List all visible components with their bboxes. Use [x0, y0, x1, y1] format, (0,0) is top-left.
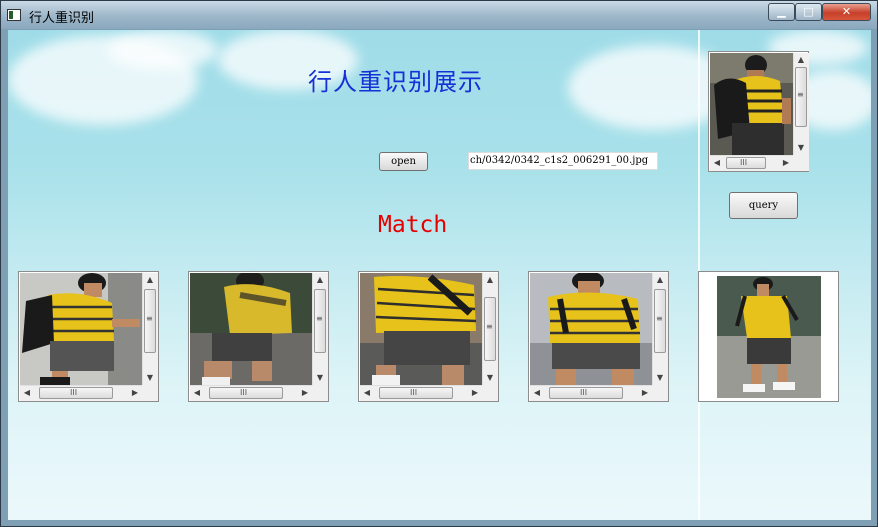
title-bar[interactable]: 行人重识别 ▁ □ ✕ — [1, 1, 877, 29]
window-title: 行人重识别 — [29, 11, 95, 26]
query-image-panel[interactable]: ▲ ≡ ▼ ◀ III ▶ — [708, 51, 809, 172]
page-title: 行人重识别展示 — [308, 68, 483, 96]
grip-icon: III — [70, 388, 78, 397]
query-vertical-scrollbar[interactable]: ▲ ≡ ▼ — [793, 53, 809, 155]
grip-icon: ≡ — [656, 314, 663, 323]
scroll-right-icon[interactable]: ▶ — [468, 386, 482, 400]
scroll-down-icon[interactable]: ▼ — [794, 141, 808, 155]
scroll-corner — [652, 385, 668, 401]
match-person-image — [717, 276, 821, 398]
horizontal-scrollbar[interactable]: ◀ III ▶ — [530, 385, 652, 401]
scroll-right-icon[interactable]: ▶ — [638, 386, 652, 400]
vertical-scrollbar[interactable]: ▲ ≡ ▼ — [652, 273, 668, 385]
scroll-up-icon[interactable]: ▲ — [794, 53, 808, 67]
scroll-thumb[interactable]: III — [39, 387, 113, 399]
match-label: Match — [378, 212, 448, 238]
scroll-up-icon[interactable]: ▲ — [313, 273, 327, 287]
horizontal-scrollbar[interactable]: ◀ III ▶ — [190, 385, 312, 401]
grip-icon: III — [240, 388, 248, 397]
vertical-scrollbar[interactable]: ▲ ≡ ▼ — [482, 273, 498, 385]
grip-icon: ≡ — [316, 314, 323, 323]
scroll-thumb[interactable]: III — [209, 387, 283, 399]
horizontal-scrollbar[interactable]: ◀ III ▶ — [360, 385, 482, 401]
scroll-up-icon[interactable]: ▲ — [143, 273, 157, 287]
scroll-thumb[interactable]: ≡ — [314, 289, 326, 353]
match-result-4[interactable]: ▲ ≡ ▼ ◀ III ▶ — [528, 271, 669, 402]
scroll-left-icon[interactable]: ◀ — [360, 386, 374, 400]
match-person-image — [360, 273, 482, 385]
image-path-field[interactable]: ch/0342/0342_c1s2_006291_00.jpg — [468, 152, 658, 170]
grip-icon: III — [580, 388, 588, 397]
scroll-thumb[interactable]: III — [379, 387, 453, 399]
scroll-up-icon[interactable]: ▲ — [483, 273, 497, 287]
scroll-thumb[interactable]: III — [726, 157, 766, 169]
match-person-image — [20, 273, 142, 385]
grip-icon: ≡ — [146, 314, 153, 323]
scroll-thumb[interactable]: ≡ — [144, 289, 156, 353]
close-button[interactable]: ✕ — [822, 3, 871, 21]
scroll-left-icon[interactable]: ◀ — [530, 386, 544, 400]
scroll-left-icon[interactable]: ◀ — [20, 386, 34, 400]
cloud — [108, 30, 218, 70]
scroll-left-icon[interactable]: ◀ — [190, 386, 204, 400]
client-area: 行人重识别展示 open ch/0342/0342_c1s2_006291_00… — [8, 30, 871, 520]
query-horizontal-scrollbar[interactable]: ◀ III ▶ — [710, 155, 793, 171]
scroll-thumb[interactable]: ≡ — [795, 67, 807, 127]
scroll-down-icon[interactable]: ▼ — [653, 371, 667, 385]
match-person-image — [190, 273, 312, 385]
scroll-corner — [312, 385, 328, 401]
app-icon — [7, 9, 21, 21]
minimize-button[interactable]: ▁ — [768, 3, 795, 21]
query-person-image — [710, 53, 793, 155]
scroll-down-icon[interactable]: ▼ — [143, 371, 157, 385]
scroll-thumb[interactable]: ≡ — [484, 297, 496, 361]
scroll-corner — [482, 385, 498, 401]
match-result-1[interactable]: ▲ ≡ ▼ ◀ III ▶ — [18, 271, 159, 402]
scroll-down-icon[interactable]: ▼ — [313, 371, 327, 385]
match-person-image — [530, 273, 652, 385]
maximize-button[interactable]: □ — [795, 3, 822, 21]
vertical-scrollbar[interactable]: ▲ ≡ ▼ — [142, 273, 158, 385]
grip-icon: ≡ — [486, 322, 493, 331]
grip-icon: ≡ — [797, 90, 804, 99]
scroll-corner — [142, 385, 158, 401]
match-result-5[interactable] — [698, 271, 839, 402]
scroll-right-icon[interactable]: ▶ — [128, 386, 142, 400]
vertical-scrollbar[interactable]: ▲ ≡ ▼ — [312, 273, 328, 385]
scroll-thumb[interactable]: ≡ — [654, 289, 666, 353]
match-result-3[interactable]: ▲ ≡ ▼ ◀ III ▶ — [358, 271, 499, 402]
scroll-up-icon[interactable]: ▲ — [653, 273, 667, 287]
scroll-right-icon[interactable]: ▶ — [779, 156, 793, 170]
open-button[interactable]: open — [379, 152, 428, 171]
match-result-2[interactable]: ▲ ≡ ▼ ◀ III ▶ — [188, 271, 329, 402]
query-button[interactable]: query — [729, 192, 798, 219]
scroll-down-icon[interactable]: ▼ — [483, 371, 497, 385]
grip-icon: III — [410, 388, 418, 397]
app-window: 行人重识别 ▁ □ ✕ 行人重识别展示 open ch/0342/0342_c1… — [0, 0, 878, 527]
scroll-corner — [793, 155, 809, 171]
horizontal-scrollbar[interactable]: ◀ III ▶ — [20, 385, 142, 401]
scroll-thumb[interactable]: III — [549, 387, 623, 399]
scroll-left-icon[interactable]: ◀ — [710, 156, 724, 170]
grip-icon: III — [740, 158, 748, 167]
scroll-right-icon[interactable]: ▶ — [298, 386, 312, 400]
